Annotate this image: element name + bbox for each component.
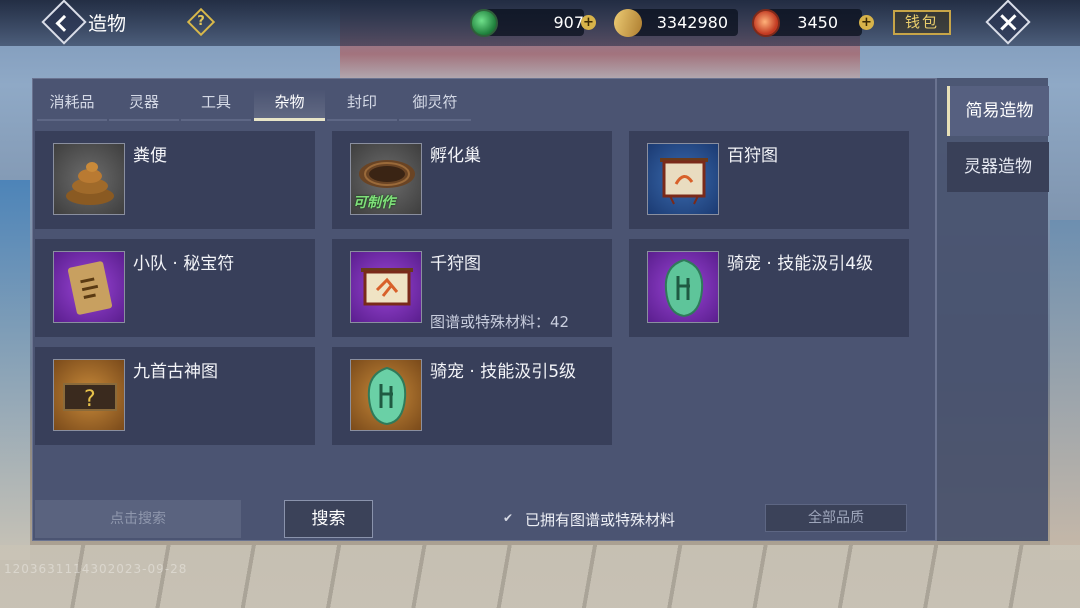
jade-stone-icon: [647, 251, 719, 323]
item-name: 粪便: [133, 146, 167, 166]
add-red-orb-button[interactable]: +: [859, 15, 874, 30]
tab-seals[interactable]: 封印: [327, 89, 397, 121]
item-card[interactable]: 千狩图 图谱或特殊材料：42: [332, 239, 612, 337]
currency-red: 3450 +: [752, 9, 880, 37]
background-left: [0, 180, 30, 560]
currency-jade: 907 +: [470, 9, 600, 37]
back-button[interactable]: [41, 0, 87, 45]
item-name: 九首古神图: [133, 362, 218, 382]
wallet-button[interactable]: 钱包: [893, 10, 951, 35]
tab-tools[interactable]: 工具: [181, 89, 251, 121]
search-input[interactable]: 点击搜索: [35, 500, 241, 538]
question-icon[interactable]: ?: [186, 7, 216, 37]
quality-select[interactable]: 全部品质: [765, 504, 907, 532]
talisman-scroll-icon: [53, 251, 125, 323]
item-card[interactable]: 百狩图: [629, 131, 909, 229]
add-jade-button[interactable]: +: [581, 15, 596, 30]
checkmark-icon[interactable]: ✔: [503, 511, 517, 525]
currency-value: 907: [553, 13, 584, 32]
item-name: 百狩图: [727, 146, 778, 166]
page-title: 造物: [88, 13, 127, 35]
watermark: 1203631114302023-09-28: [4, 562, 188, 576]
jade-stone-icon: [350, 359, 422, 431]
category-tabs: 消耗品 灵器 工具 杂物 封印 御灵符: [33, 79, 937, 123]
tab-misc[interactable]: 杂物: [254, 89, 325, 121]
mystery-painting-icon: ?: [53, 359, 125, 431]
item-card[interactable]: 骑宠 · 技能汲引5级: [332, 347, 612, 445]
background-ground: [0, 545, 1080, 608]
item-card[interactable]: 小队 · 秘宝符: [35, 239, 315, 337]
top-bar: 造物 ? 907 + 3342980 3450 + 钱包: [0, 0, 1080, 46]
nest-icon: 可制作: [350, 143, 422, 215]
search-button[interactable]: 搜索: [284, 500, 373, 538]
owned-materials-label: 已拥有图谱或特殊材料: [525, 511, 676, 529]
item-card[interactable]: 可制作 孵化巢: [332, 131, 612, 229]
scroll-painting-icon: [350, 251, 422, 323]
svg-text:?: ?: [84, 387, 96, 412]
craftable-badge: 可制作: [353, 195, 395, 211]
item-card[interactable]: 粪便: [35, 131, 315, 229]
item-name: 孵化巢: [430, 146, 481, 166]
item-card[interactable]: ? 九首古神图: [35, 347, 315, 445]
item-materials-count: 图谱或特殊材料：42: [430, 313, 570, 331]
tab-talismans[interactable]: 御灵符: [399, 89, 471, 121]
item-name: 骑宠 · 技能汲引4级: [727, 254, 874, 274]
item-name: 小队 · 秘宝符: [133, 254, 235, 274]
item-name: 千狩图: [430, 254, 481, 274]
side-tab-simple-craft[interactable]: 简易造物: [947, 86, 1049, 136]
currency-gold: 3342980: [608, 3, 744, 43]
background-right: [1050, 220, 1080, 560]
tab-spirit-items[interactable]: 灵器: [109, 89, 179, 121]
currency-value: 3450: [797, 13, 838, 32]
item-name: 骑宠 · 技能汲引5级: [430, 362, 577, 382]
crafting-panel: 消耗品 灵器 工具 杂物 封印 御灵符 粪便 可制作 孵化巢 百狩图 小队 · …: [32, 78, 936, 541]
jade-coin-icon: [470, 9, 498, 37]
side-panel: 简易造物 灵器造物: [936, 78, 1049, 541]
scroll-painting-icon: [647, 143, 719, 215]
item-card[interactable]: 骑宠 · 技能汲引4级: [629, 239, 909, 337]
red-orb-icon: [752, 9, 780, 37]
currency-value: 3342980: [656, 13, 728, 32]
tab-consumables[interactable]: 消耗品: [37, 89, 107, 121]
close-button[interactable]: [985, 0, 1031, 45]
side-tab-spirit-craft[interactable]: 灵器造物: [947, 142, 1049, 192]
dung-icon: [53, 143, 125, 215]
